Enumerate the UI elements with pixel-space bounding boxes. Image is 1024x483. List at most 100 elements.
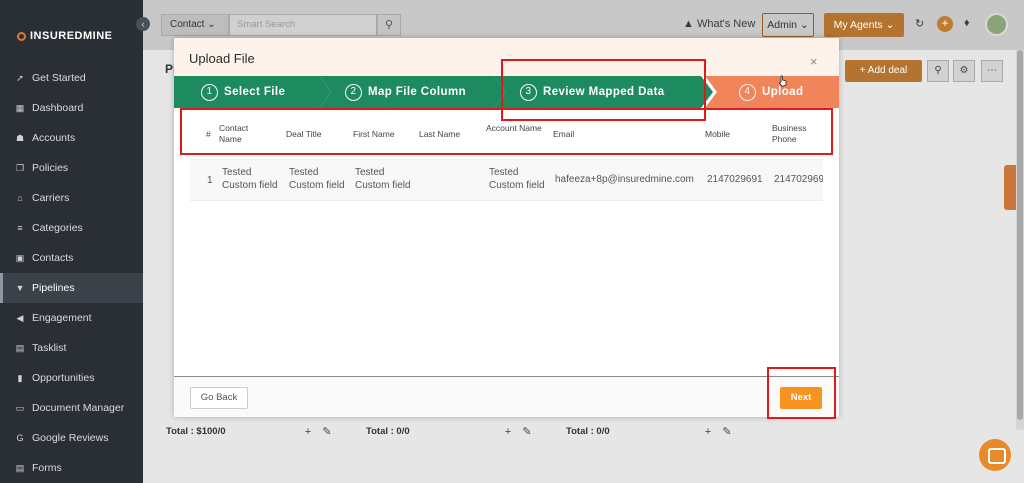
sidebar-item-document-manager[interactable]: ▭ Document Manager [0,393,143,423]
sidebar-item-label: Pipelines [32,282,75,294]
cell-mobile: 2147029691 [707,174,763,185]
step-select-file[interactable]: 1 Select File [174,76,331,108]
sidebar-item-carriers[interactable]: ⌂ Carriers [0,183,143,213]
close-icon[interactable]: × [810,54,818,69]
policies-icon: ❐ [15,162,25,173]
add-icon[interactable]: + [701,425,715,439]
google-icon: G [16,433,24,443]
sidebar-item-label: Accounts [32,132,76,144]
opportunities-icon: ▮ [17,372,23,383]
context-select[interactable]: Contact ⌄ [161,14,229,36]
sidebar-item-label: Google Reviews [32,432,109,444]
step-label: Upload [762,86,804,98]
step-upload[interactable]: 4 Upload [705,76,839,108]
sidebar: INSUREDMINE ➚ Get Started ▦ Dashboard ☗ Acc… [0,0,143,483]
edit-icon[interactable]: ✎ [320,425,334,439]
add-icon[interactable]: + [501,425,515,439]
sidebar-item-label: Engagement [32,312,92,324]
sidebar-item-label: Categories [32,222,83,234]
table-row: 1 Tested Custom field Tested Custom fiel… [190,159,823,201]
column-header-mobile: Mobile [705,129,731,139]
next-button[interactable]: Next [780,387,822,409]
contacts-icon: ▣ [15,252,25,263]
step-label: Select File [224,86,286,98]
logo-mark-icon [17,31,26,41]
column-header-index: # [206,129,211,139]
step-label: Map File Column [368,86,466,98]
bell-icon[interactable]: ♦ [964,17,970,29]
tasklist-icon: ▤ [15,342,25,353]
step-number: 2 [345,84,362,101]
search-icon[interactable]: ⚲ [927,60,949,82]
sidebar-item-label: Document Manager [32,402,125,414]
table-header: # Contact Name Deal Title First Name Las… [190,114,823,156]
step-number: 3 [520,84,537,101]
sidebar-item-accounts[interactable]: ☗ Accounts [0,123,143,153]
sidebar-item-opportunities[interactable]: ▮ Opportunities [0,363,143,393]
step-map-file-column[interactable]: 2 Map File Column [319,76,506,108]
quick-add-button[interactable]: + [937,16,953,32]
stepper: 1 Select File 2 Map File Column 3 Review… [174,76,839,108]
pipeline-total: Total : $100/0 [166,426,226,437]
step-review-mapped-data[interactable]: 3 Review Mapped Data [494,76,713,108]
sidebar-item-contacts[interactable]: ▣ Contacts [0,243,143,273]
column-header-account-name: Account Name [486,123,542,133]
hand-cursor-icon [778,75,787,87]
sidebar-item-dashboard[interactable]: ▦ Dashboard [0,93,143,123]
whats-new-link[interactable]: ▲ What's New [683,18,755,30]
cell-contact-name: Tested Custom field [222,167,278,191]
sidebar-item-get-started[interactable]: ➚ Get Started [0,63,143,93]
go-back-button[interactable]: Go Back [190,387,248,409]
page-scrollbar[interactable] [1016,50,1024,430]
edit-icon[interactable]: ✎ [520,425,534,439]
brand-name: INSUREDMINE [30,30,113,42]
modal-title: Upload File [189,51,255,66]
sidebar-item-engagement[interactable]: ◀ Engagement [0,303,143,333]
column-header-business-phone: Business Phone [772,123,807,144]
cell-email: hafeeza+8p@insuredmine.com [555,174,694,185]
search-icon[interactable]: ⚲ [377,14,401,36]
upload-file-modal: Upload File × 1 Select File 2 Map File C… [174,38,839,417]
more-icon[interactable]: ⋯ [981,60,1003,82]
sidebar-item-pipelines[interactable]: ▼ Pipelines [0,273,143,303]
add-icon[interactable]: + [301,425,315,439]
cell-first-name: Tested Custom field [355,167,411,191]
column-header-last-name: Last Name [419,129,461,139]
smart-search-input[interactable]: Smart Search [229,14,377,36]
admin-dropdown[interactable]: Admin ⌄ [762,13,814,37]
pipeline-total: Total : 0/0 [566,426,610,437]
column-header-contact-name: Contact Name [219,123,249,144]
cell-deal-title: Tested Custom field [289,167,345,191]
accounts-icon: ☗ [15,132,25,143]
column-header-deal-title: Deal Title [286,129,322,139]
sidebar-item-forms[interactable]: ▤ Forms [0,453,143,483]
edit-icon[interactable]: ✎ [720,425,734,439]
user-avatar[interactable] [985,13,1008,36]
cell-account-name: Tested Custom field [489,167,545,191]
categories-icon: ≡ [17,223,23,233]
pipeline-total: Total : 0/0 [366,426,410,437]
sidebar-item-tasklist[interactable]: ▤ Tasklist [0,333,143,363]
scrollbar-thumb[interactable] [1017,50,1023,420]
gear-icon[interactable]: ⚙ [953,60,975,82]
brand-logo[interactable]: INSUREDMINE [17,30,113,42]
column-header-first-name: First Name [353,129,395,139]
sidebar-collapse-button[interactable]: ‹ [136,17,150,31]
sidebar-item-label: Get Started [32,72,86,84]
sidebar-item-label: Policies [32,162,69,174]
whats-new-label: What's New [696,18,756,30]
chat-widget-button[interactable] [979,439,1011,471]
refresh-icon[interactable]: ↻ [915,17,924,30]
step-number: 4 [739,83,756,101]
add-deal-button[interactable]: + Add deal [845,60,922,82]
pipelines-icon: ▼ [15,283,25,293]
sidebar-item-categories[interactable]: ≡ Categories [0,213,143,243]
sidebar-item-label: Carriers [32,192,70,204]
my-agents-button[interactable]: My Agents ⌄ [824,13,904,37]
sidebar-item-policies[interactable]: ❐ Policies [0,153,143,183]
megaphone-icon: ◀ [16,312,24,323]
sidebar-item-google-reviews[interactable]: G Google Reviews [0,423,143,453]
modal-header: Upload File × [174,38,839,76]
column-header-email: Email [553,129,575,139]
step-number: 1 [201,84,218,101]
